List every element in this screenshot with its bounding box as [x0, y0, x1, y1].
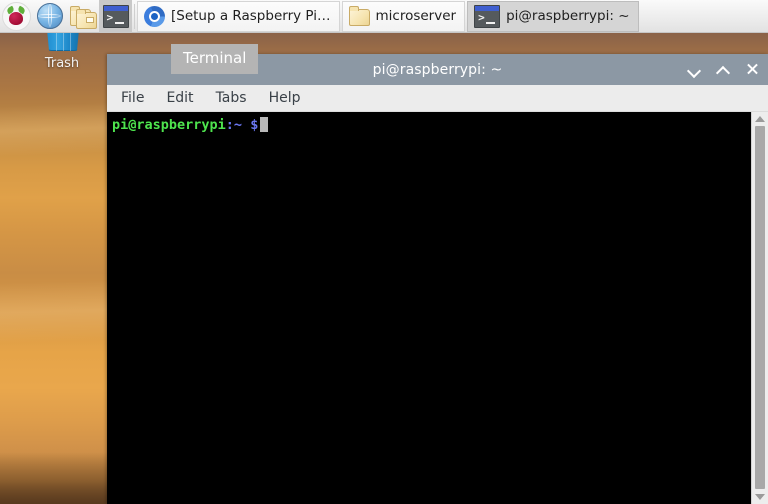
- terminal-window-title: pi@raspberrypi: ~: [372, 61, 503, 78]
- menu-edit[interactable]: Edit: [166, 90, 193, 106]
- prompt-path: :~: [225, 117, 243, 133]
- file-manager-launcher[interactable]: [66, 0, 99, 33]
- scroll-down-arrow-icon[interactable]: [755, 494, 765, 500]
- terminal-icon-underscore: [114, 21, 124, 24]
- screen: Trash > [Setup a Raspberry Pi… microserv…: [0, 0, 768, 504]
- chromium-icon: [144, 5, 165, 27]
- menu-tabs[interactable]: Tabs: [216, 90, 247, 106]
- globe-icon: [36, 3, 63, 29]
- terminal-menubar: File Edit Tabs Help: [107, 85, 768, 112]
- terminal-icon-underscore: [486, 21, 496, 24]
- terminal-titlebar[interactable]: pi@raspberrypi: ~: [107, 54, 768, 85]
- window-controls: [686, 54, 760, 85]
- prompt-user-host: pi@raspberrypi: [112, 117, 226, 133]
- taskbar-window-chromium[interactable]: [Setup a Raspberry Pi…: [137, 0, 340, 32]
- chevron-up-icon: [715, 65, 731, 81]
- trash-rib: [56, 31, 57, 51]
- folder-front-shape: [75, 9, 97, 29]
- taskbar: > [Setup a Raspberry Pi… microserver > p…: [0, 0, 768, 33]
- folder-icon: [348, 5, 370, 26]
- scrollbar-thumb[interactable]: [755, 126, 765, 489]
- taskbar-window-label: pi@raspberrypi: ~: [506, 8, 630, 24]
- menu-button[interactable]: [0, 0, 33, 33]
- terminal-output[interactable]: pi@raspberrypi:~ $: [107, 112, 751, 504]
- folder-front-shape: [348, 5, 370, 26]
- taskbar-window-filemanager[interactable]: microserver: [341, 0, 466, 32]
- browser-launcher[interactable]: [33, 0, 66, 33]
- terminal-scrollbar[interactable]: [751, 112, 768, 504]
- scroll-up-arrow-icon[interactable]: [755, 116, 765, 122]
- terminal-body[interactable]: pi@raspberrypi:~ $: [107, 112, 768, 504]
- terminal-launcher[interactable]: >: [99, 0, 132, 33]
- taskbar-separator: [134, 3, 135, 29]
- desktop-icon-label: Trash: [44, 56, 80, 71]
- taskbar-window-label: [Setup a Raspberry Pi…: [171, 8, 331, 24]
- menu-help[interactable]: Help: [269, 90, 301, 106]
- terminal-icon: >: [102, 4, 129, 28]
- close-button[interactable]: [745, 62, 760, 77]
- chevron-down-icon: [686, 63, 702, 79]
- terminal-icon-prompt-glyph: >: [478, 10, 485, 24]
- taskbar-window-terminal[interactable]: > pi@raspberrypi: ~: [467, 0, 639, 32]
- terminal-icon-prompt-glyph: >: [106, 10, 114, 24]
- terminal-cursor: [260, 117, 269, 132]
- menu-file[interactable]: File: [121, 90, 144, 106]
- trash-rib: [63, 31, 64, 51]
- raspberry-berry: [9, 11, 23, 25]
- trash-rib: [70, 31, 71, 51]
- minimize-button[interactable]: [686, 62, 702, 79]
- terminal-icon: >: [474, 4, 501, 28]
- prompt-symbol: $: [250, 117, 259, 133]
- folder-icon: [69, 5, 97, 29]
- terminal-window: pi@raspberrypi: ~ File Edit Tabs Help pi…: [107, 54, 768, 504]
- taskbar-window-label: microserver: [375, 8, 457, 24]
- taskbar-window-list: [Setup a Raspberry Pi… microserver > pi@…: [137, 0, 768, 33]
- raspberry-icon: [2, 1, 31, 31]
- maximize-button[interactable]: [715, 62, 731, 81]
